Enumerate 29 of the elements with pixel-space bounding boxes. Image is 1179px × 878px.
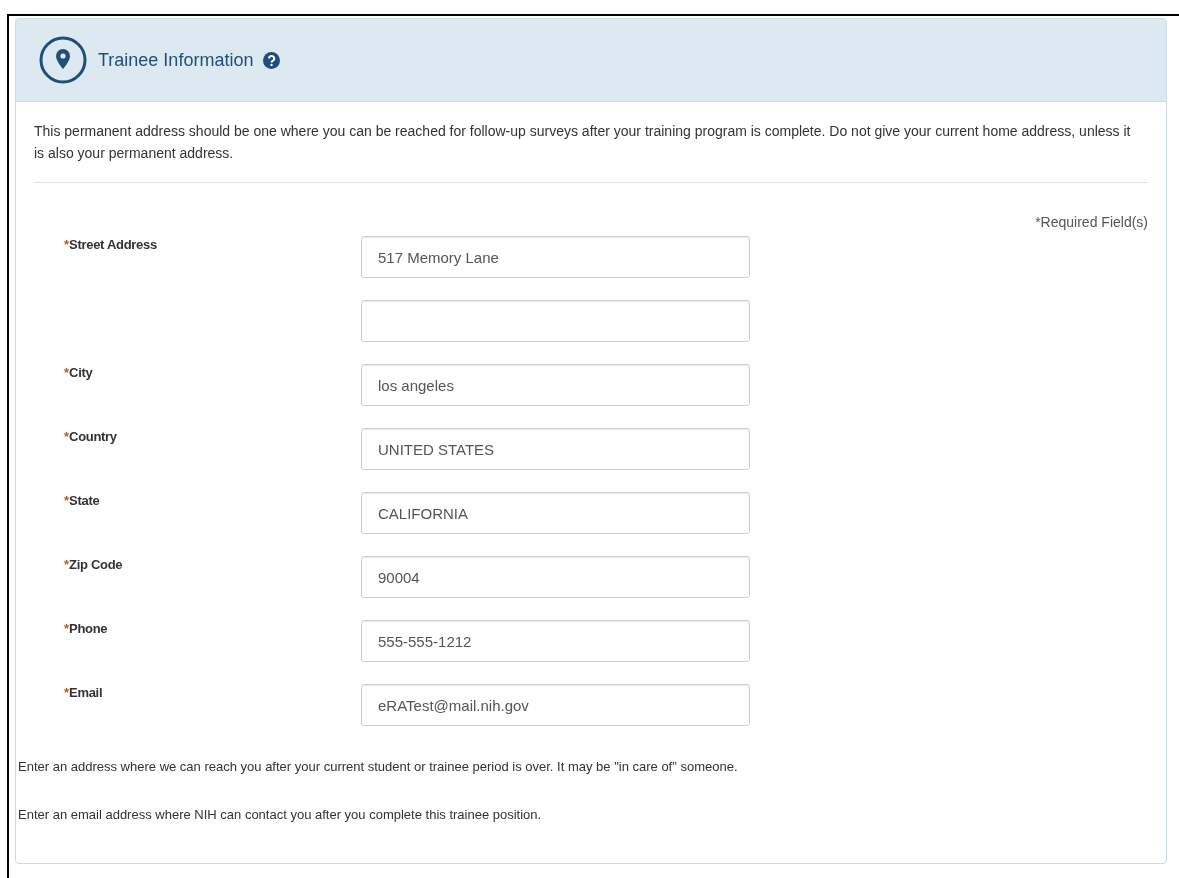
intro-text: This permanent address should be one where you can be reached for follow-up surveys after your training program is complete. Do not give your current home address, unless it is also your permanent address. [34,122,1132,163]
field-label: Street Address [69,236,157,254]
input-field[interactable]: 555-555-1212 [361,620,750,662]
field-label: City [69,364,93,382]
field-label: Country [69,428,117,446]
input-field[interactable]: UNITED STATES [361,428,750,470]
required-asterisk: * [64,364,70,382]
input-field[interactable]: eRATest@mail.nih.gov [361,684,750,726]
help-text: Enter an email address where NIH can contact you after you complete this trainee position. [18,805,543,824]
required-asterisk: * [64,556,70,574]
field-label: Zip Code [69,556,123,574]
field-label: Email [69,684,103,702]
input-field[interactable] [361,300,750,342]
panel-title: Trainee Information [98,48,254,72]
location-pin-icon [38,35,88,85]
required-asterisk: * [64,492,70,510]
field-label: State [69,492,100,510]
help-text: Enter an address where we can reach you after your current student or trainee period is over. It may be "in care of" someone. [18,758,739,776]
help-icon[interactable] [263,51,281,69]
input-field[interactable]: 517 Memory Lane [361,236,750,278]
required-asterisk: * [64,428,70,446]
input-field[interactable]: 90004 [361,556,750,598]
input-field[interactable]: los angeles [361,364,750,406]
required-asterisk: * [64,620,70,638]
required-asterisk: * [64,684,70,702]
required-note: *Required Field(s) [1035,213,1148,232]
input-field[interactable]: CALIFORNIA [361,492,750,534]
required-asterisk: * [64,236,70,254]
field-label: Phone [69,620,108,638]
